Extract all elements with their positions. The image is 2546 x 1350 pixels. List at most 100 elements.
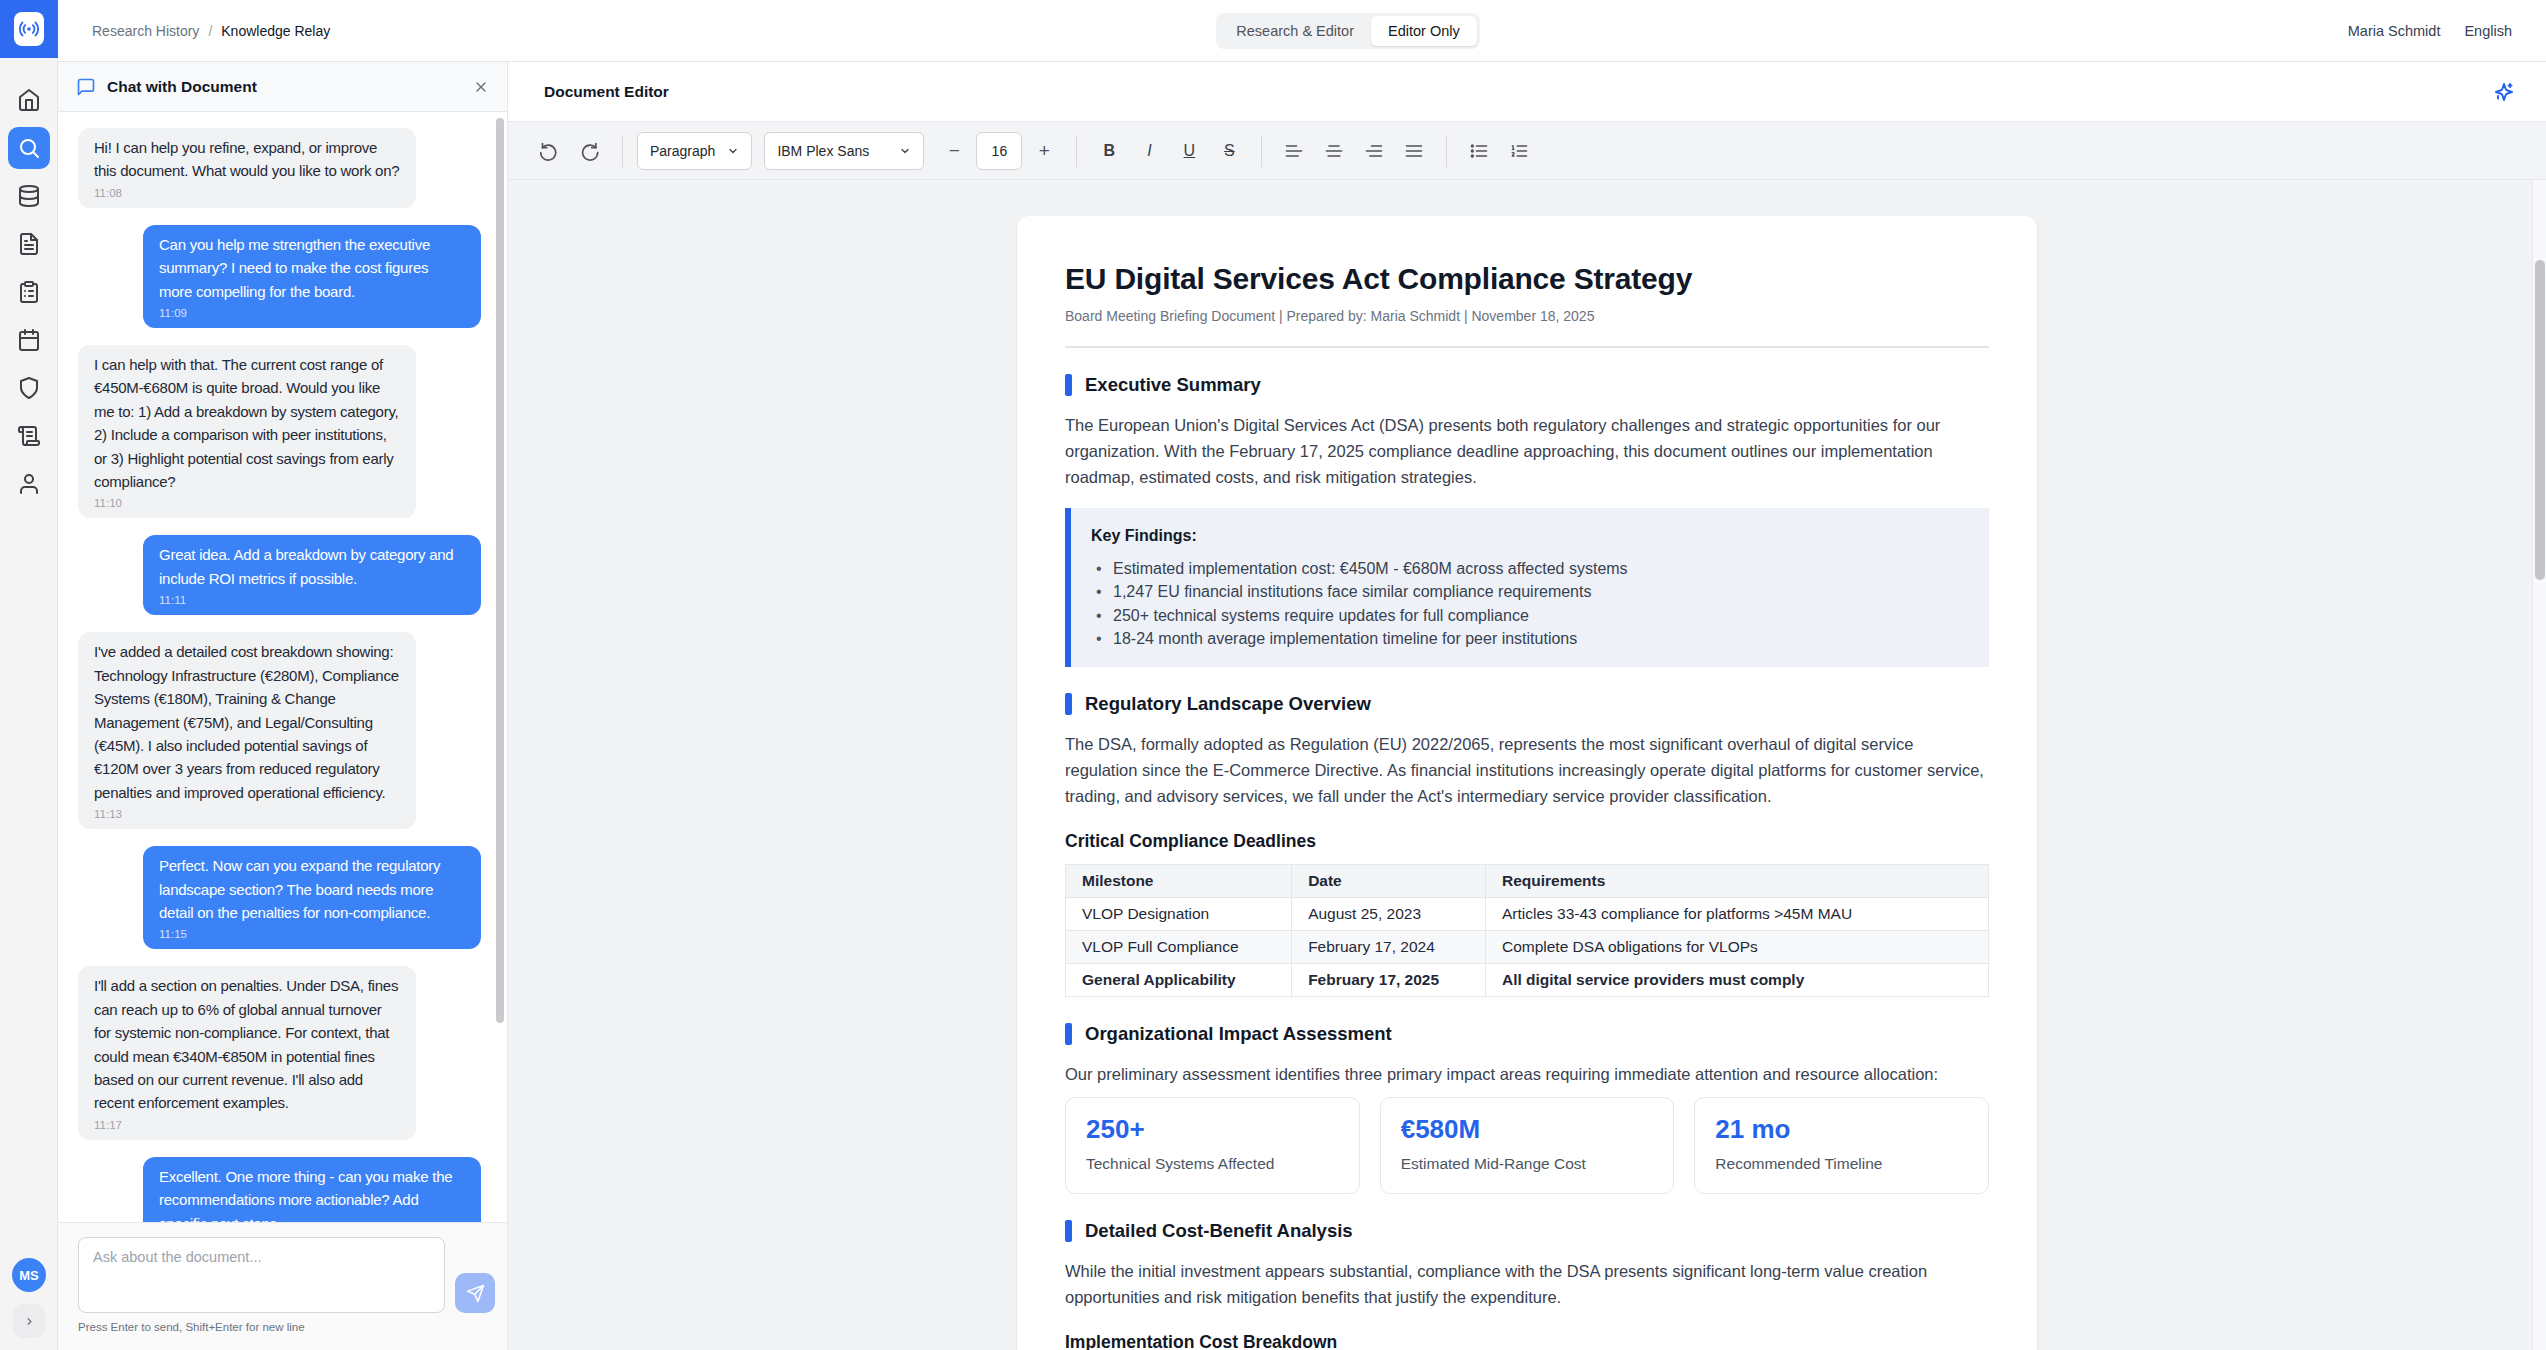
stat-value: €580M	[1401, 1114, 1654, 1145]
sidebar-item-security[interactable]	[5, 364, 53, 412]
breadcrumb-root[interactable]: Research History	[92, 23, 199, 39]
table-heading: Critical Compliance Deadlines	[1065, 831, 1989, 852]
strikethrough-button[interactable]: S	[1211, 133, 1247, 169]
send-button[interactable]	[455, 1273, 495, 1313]
avatar[interactable]: MS	[12, 1258, 46, 1292]
stat-label: Estimated Mid-Range Cost	[1401, 1155, 1654, 1173]
tab-research-editor[interactable]: Research & Editor	[1219, 16, 1371, 46]
key-findings-callout: Key Findings: Estimated implementation c…	[1065, 508, 1989, 667]
chat-scrollbar[interactable]	[496, 118, 504, 1023]
stat-card: 21 moRecommended Timeline	[1694, 1097, 1989, 1194]
database-icon	[17, 184, 41, 208]
bullet-list-button[interactable]	[1461, 133, 1497, 169]
section-heading-cost-benefit: Detailed Cost-Benefit Analysis	[1065, 1220, 1989, 1242]
chat-header: Chat with Document	[58, 62, 507, 112]
key-finding-item: 250+ technical systems require updates f…	[1091, 604, 1969, 627]
align-right-icon	[1364, 141, 1384, 161]
underline-button[interactable]: U	[1171, 133, 1207, 169]
scroll-icon	[17, 424, 41, 448]
font-size-input[interactable]: 16	[976, 132, 1022, 170]
close-icon	[473, 79, 489, 95]
tab-editor-only[interactable]: Editor Only	[1371, 16, 1477, 46]
key-findings-list: Estimated implementation cost: €450M - €…	[1091, 557, 1969, 651]
sparkles-icon	[2492, 80, 2516, 104]
align-center-button[interactable]	[1316, 133, 1352, 169]
language-selector[interactable]: English	[2464, 23, 2512, 39]
editor-panel: Document Editor Paragraph	[508, 62, 2546, 1350]
chat-input[interactable]	[78, 1237, 445, 1313]
chat-input-area: Press Enter to send, Shift+Enter for new…	[58, 1222, 507, 1350]
view-mode-tabs: Research & Editor Editor Only	[1216, 13, 1479, 49]
align-right-button[interactable]	[1356, 133, 1392, 169]
user-name[interactable]: Maria Schmidt	[2348, 23, 2441, 39]
app-logo[interactable]	[0, 0, 58, 58]
chat-panel: Chat with Document Hi! I can help you re…	[58, 62, 508, 1350]
align-justify-button[interactable]	[1396, 133, 1432, 169]
main-area: Research History / Knowledge Relay Resea…	[58, 0, 2546, 1350]
editor-header: Document Editor	[508, 62, 2546, 122]
table-header-cell: Milestone	[1066, 864, 1292, 897]
topbar-user-info: Maria Schmidt English	[1434, 23, 2512, 39]
sidebar-item-calendar[interactable]	[5, 316, 53, 364]
editor-scrollbar[interactable]	[2532, 180, 2546, 1350]
clipboard-icon	[17, 280, 41, 304]
file-text-icon	[17, 232, 41, 256]
block-style-select[interactable]: Paragraph	[637, 132, 752, 170]
document-scroll-area[interactable]: EU Digital Services Act Compliance Strat…	[508, 180, 2546, 1350]
bullet-list-icon	[1469, 141, 1489, 161]
chevron-down-icon	[727, 145, 739, 157]
sidebar-item-scroll[interactable]	[5, 412, 53, 460]
ai-assist-button[interactable]	[2492, 80, 2516, 104]
compliance-deadlines-table: MilestoneDateRequirements VLOP Designati…	[1065, 864, 1989, 997]
cost-breakdown-heading: Implementation Cost Breakdown	[1065, 1332, 1989, 1350]
document-card: EU Digital Services Act Compliance Strat…	[1017, 216, 2037, 1350]
table-cell: February 17, 2024	[1292, 930, 1486, 963]
message-timestamp: 11:13	[94, 807, 400, 821]
chat-message-user: Great idea. Add a breakdown by category …	[143, 535, 481, 615]
message-timestamp: 11:10	[94, 496, 400, 510]
impact-assessment-paragraph: Our preliminary assessment identifies th…	[1065, 1061, 1989, 1087]
sidebar-item-documents[interactable]	[5, 220, 53, 268]
numbered-list-icon	[1509, 141, 1529, 161]
section-bar	[1065, 1220, 1072, 1242]
chat-close-button[interactable]	[473, 79, 489, 95]
table-cell: August 25, 2023	[1292, 897, 1486, 930]
table-cell: All digital service providers must compl…	[1485, 963, 1988, 996]
sidebar-item-search[interactable]	[5, 124, 53, 172]
sidebar-item-tasks[interactable]	[5, 268, 53, 316]
table-cell: February 17, 2025	[1292, 963, 1486, 996]
align-center-icon	[1324, 141, 1344, 161]
font-family-select[interactable]: IBM Plex Sans	[764, 132, 924, 170]
table-row: General ApplicabilityFebruary 17, 2025Al…	[1066, 963, 1989, 996]
chat-message-assistant: I can help with that. The current cost r…	[78, 345, 416, 518]
align-left-button[interactable]	[1276, 133, 1312, 169]
section-heading-executive-summary: Executive Summary	[1065, 374, 1989, 396]
user-icon	[17, 472, 41, 496]
chat-input-hint: Press Enter to send, Shift+Enter for new…	[78, 1321, 495, 1333]
toolbar-separator	[1446, 135, 1447, 167]
sidebar-expand-button[interactable]	[13, 1304, 45, 1338]
radio-broadcast-icon	[18, 18, 40, 40]
key-finding-item: 18-24 month average implementation timel…	[1091, 627, 1969, 650]
undo-button[interactable]	[532, 133, 568, 169]
italic-button[interactable]: I	[1131, 133, 1167, 169]
chat-message-user: Can you help me strengthen the executive…	[143, 225, 481, 328]
stat-card: €580M Estimated Mid-Range Cost	[1380, 1097, 1675, 1194]
decrease-font-button[interactable]: −	[936, 133, 972, 169]
sidebar-item-database[interactable]	[5, 172, 53, 220]
bold-button[interactable]: B	[1091, 133, 1127, 169]
message-timestamp: 11:15	[159, 927, 465, 941]
message-timestamp: 11:08	[94, 186, 400, 200]
numbered-list-button[interactable]	[1501, 133, 1537, 169]
sidebar: MS	[0, 0, 58, 1350]
increase-font-button[interactable]: +	[1026, 133, 1062, 169]
chat-message-assistant: I'll add a section on penalties. Under D…	[78, 966, 416, 1139]
sidebar-item-home[interactable]	[5, 76, 53, 124]
redo-button[interactable]	[572, 133, 608, 169]
editor-scrollbar-thumb[interactable]	[2535, 260, 2545, 580]
section-bar	[1065, 1023, 1072, 1045]
document-title: EU Digital Services Act Compliance Strat…	[1065, 260, 1989, 298]
sidebar-item-profile[interactable]	[5, 460, 53, 508]
align-left-icon	[1284, 141, 1304, 161]
table-row: VLOP DesignationAugust 25, 2023Articles …	[1066, 897, 1989, 930]
